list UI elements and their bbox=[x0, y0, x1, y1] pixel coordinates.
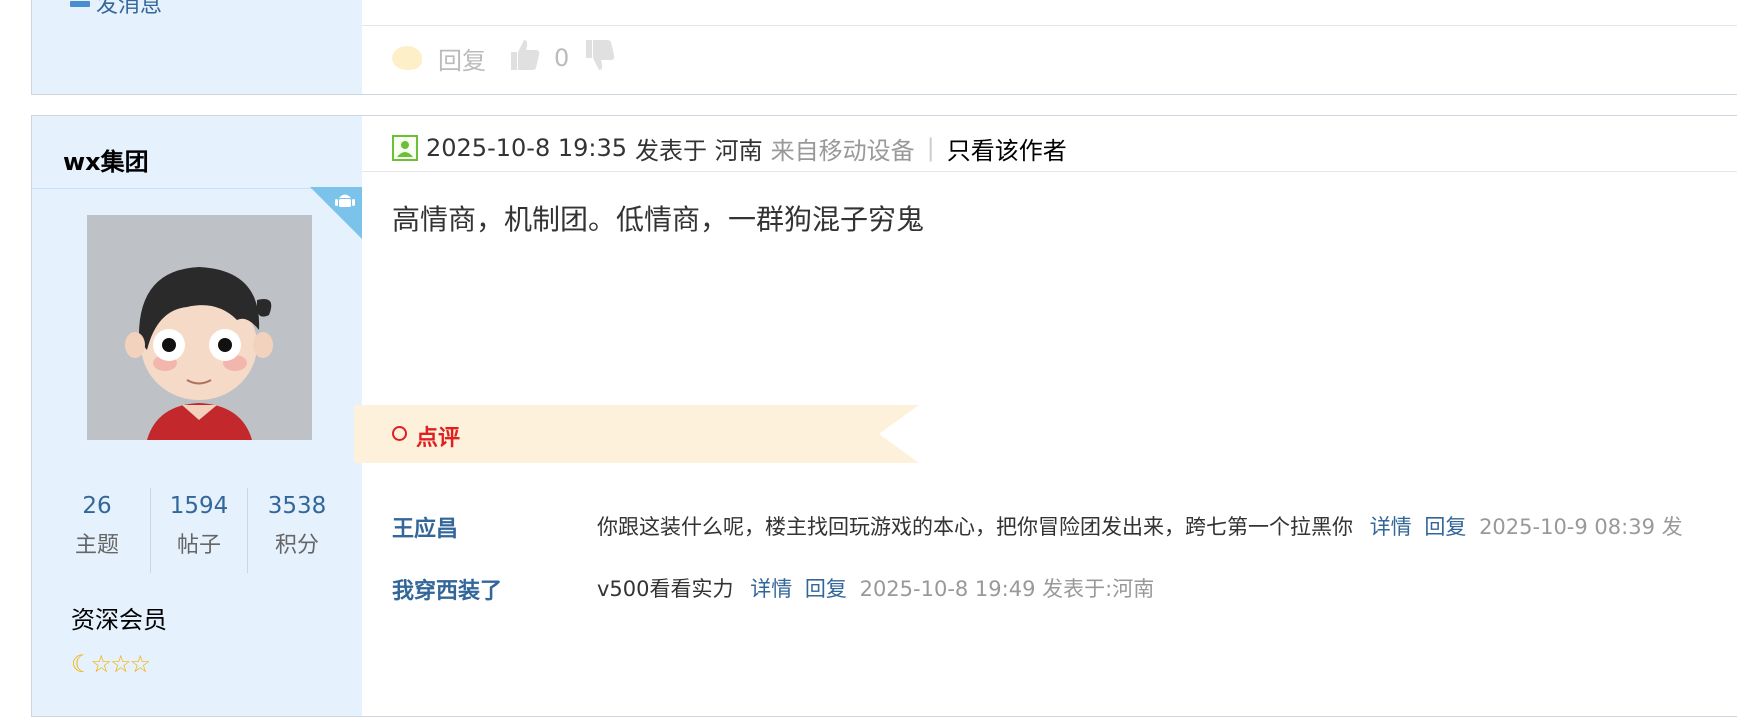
star-icon: ☆ bbox=[129, 650, 151, 678]
reply-bubble-icon[interactable] bbox=[392, 46, 422, 70]
author-username[interactable]: wx集团 bbox=[63, 142, 149, 177]
star-icon: ☆ bbox=[110, 650, 131, 678]
android-icon bbox=[334, 189, 356, 216]
post-date: 2025-10-8 19:35 bbox=[426, 134, 627, 162]
comment-detail-link[interactable]: 详情 bbox=[1370, 515, 1412, 539]
comments-banner: 点评 bbox=[354, 405, 919, 463]
author-sidebar: wx集团 26 主题 1594 帖子 3538 积分 资深会员 ☾☆☆☆ bbox=[32, 116, 362, 716]
previous-post: 发消息 回复 0 bbox=[31, 0, 1737, 95]
header-separator: | bbox=[926, 134, 935, 162]
comment-row: 我穿西装了 v500看看实力 详情 回复 2025-10-8 19:49 发表于… bbox=[392, 573, 1737, 605]
stat-points[interactable]: 3538 积分 bbox=[252, 493, 342, 559]
like-count: 0 bbox=[554, 44, 570, 72]
stat-threads-label: 主题 bbox=[74, 533, 119, 558]
stat-points-label: 积分 bbox=[274, 533, 319, 558]
comment-reply-link[interactable]: 回复 bbox=[805, 577, 847, 601]
rank-stars: ☾☆☆☆ bbox=[71, 650, 151, 678]
avatar[interactable] bbox=[87, 215, 312, 440]
stats-divider-2 bbox=[247, 488, 248, 573]
forum-post: wx集团 26 主题 1594 帖子 3538 积分 资深会员 ☾☆☆☆ 202… bbox=[31, 115, 1737, 717]
send-message-label: 发消息 bbox=[96, 0, 163, 18]
thumbs-up-icon[interactable] bbox=[510, 38, 540, 78]
comment-body: 你跟这装什么呢，楼主找回玩游戏的本心，把你冒险团发出来，跨七第一个拉黑你 详情 … bbox=[597, 511, 1683, 541]
header-divider bbox=[362, 171, 1737, 172]
only-author-link[interactable]: 只看该作者 bbox=[947, 131, 1067, 166]
stat-posts[interactable]: 1594 帖子 bbox=[154, 493, 244, 559]
comment-text: 你跟这装什么呢，楼主找回玩游戏的本心，把你冒险团发出来，跨七第一个拉黑你 bbox=[597, 515, 1353, 539]
stats-divider-1 bbox=[150, 488, 151, 573]
comment-meta: 2025-10-9 08:39 发 bbox=[1479, 515, 1683, 539]
prev-post-actions: 回复 0 bbox=[392, 40, 619, 76]
moon-icon: ☾ bbox=[71, 650, 92, 678]
stat-points-value: 3538 bbox=[267, 493, 327, 519]
reply-button[interactable]: 回复 bbox=[438, 41, 486, 76]
comment-reply-link[interactable]: 回复 bbox=[1424, 515, 1466, 539]
comment-meta: 2025-10-8 19:49 发表于:河南 bbox=[859, 577, 1155, 601]
comments-title: 点评 bbox=[416, 426, 461, 451]
stat-threads-value: 26 bbox=[82, 493, 112, 519]
thumbs-down-icon[interactable] bbox=[585, 38, 619, 78]
comment-author[interactable]: 我穿西装了 bbox=[392, 573, 502, 605]
star-icon: ☆ bbox=[90, 650, 112, 678]
post-content: 高情商，机制团。低情商，一群狗混子穷鬼 bbox=[392, 203, 925, 236]
comment-text: v500看看实力 bbox=[597, 577, 734, 601]
comment-detail-link[interactable]: 详情 bbox=[750, 577, 792, 601]
posted-location: 发表于 河南 bbox=[635, 136, 763, 165]
member-rank[interactable]: 资深会员 bbox=[71, 600, 167, 635]
prev-post-sidebar: 发消息 bbox=[32, 0, 362, 94]
stat-threads[interactable]: 26 主题 bbox=[62, 493, 132, 559]
stat-posts-label: 帖子 bbox=[176, 533, 221, 558]
device-source: 来自移动设备 bbox=[770, 136, 915, 165]
envelope-icon bbox=[70, 1, 90, 7]
comment-author[interactable]: 王应昌 bbox=[392, 511, 458, 543]
comment-body: v500看看实力 详情 回复 2025-10-8 19:49 发表于:河南 bbox=[597, 573, 1154, 603]
post-header: 2025-10-8 19:35 发表于 河南 来自移动设备 | 只看该作者 bbox=[392, 131, 1067, 166]
prev-post-divider bbox=[362, 25, 1737, 26]
comment-row: 王应昌 你跟这装什么呢，楼主找回玩游戏的本心，把你冒险团发出来，跨七第一个拉黑你… bbox=[392, 511, 1737, 543]
author-status-icon bbox=[392, 135, 418, 161]
comment-circle-icon bbox=[392, 426, 407, 441]
stat-posts-value: 1594 bbox=[169, 493, 229, 519]
